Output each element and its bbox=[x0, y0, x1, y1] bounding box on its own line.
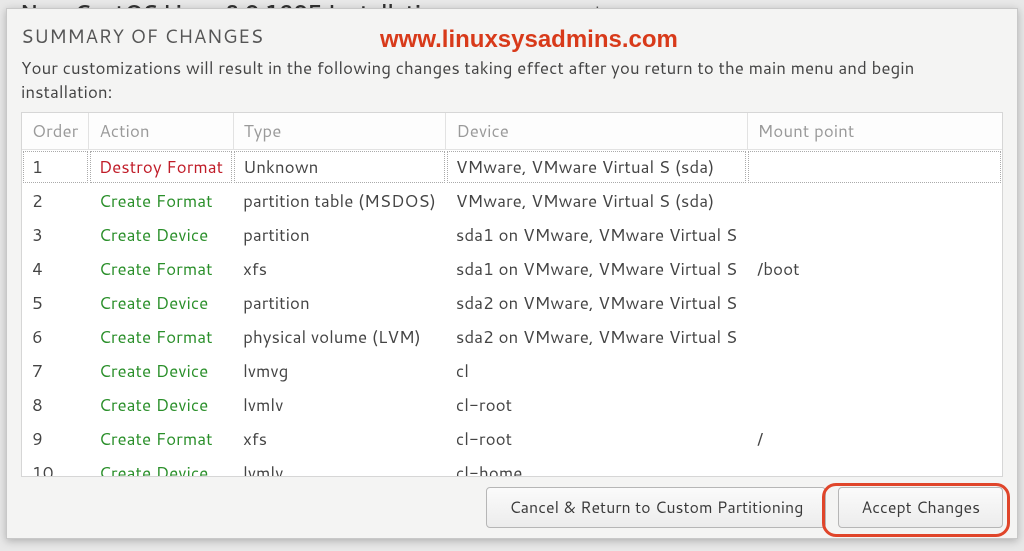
cell-order: 1 bbox=[22, 150, 89, 185]
table-header-row: Order Action Type Device Mount point bbox=[22, 113, 1002, 150]
cell-action: Destroy Format bbox=[89, 150, 233, 185]
summary-of-changes-dialog: SUMMARY OF CHANGES Your customizations w… bbox=[6, 8, 1018, 539]
cell-action: Create Format bbox=[89, 320, 233, 354]
cell-order: 7 bbox=[22, 354, 89, 388]
table-row[interactable]: 8Create Devicelvmlvcl-root bbox=[22, 388, 1002, 422]
table-row[interactable]: 10Create Devicelvmlvcl-home bbox=[22, 456, 1002, 477]
cell-action: Create Format bbox=[89, 422, 233, 456]
cell-mount bbox=[747, 354, 1002, 388]
cell-mount bbox=[747, 320, 1002, 354]
cell-mount bbox=[747, 150, 1002, 185]
table-row[interactable]: 6Create Formatphysical volume (LVM)sda2 … bbox=[22, 320, 1002, 354]
cell-device: cl bbox=[446, 354, 747, 388]
cell-device: VMware, VMware Virtual S (sda) bbox=[446, 150, 747, 185]
cell-mount bbox=[747, 184, 1002, 218]
cancel-button[interactable]: Cancel & Return to Custom Partitioning bbox=[486, 487, 826, 528]
cell-order: 6 bbox=[22, 320, 89, 354]
cell-type: lvmlv bbox=[233, 456, 446, 477]
table-row[interactable]: 4Create Formatxfssda1 on VMware, VMware … bbox=[22, 252, 1002, 286]
accept-changes-button[interactable]: Accept Changes bbox=[838, 487, 1003, 528]
cell-type: partition bbox=[233, 218, 446, 252]
header-order[interactable]: Order bbox=[22, 113, 89, 150]
cell-device: VMware, VMware Virtual S (sda) bbox=[446, 184, 747, 218]
cell-type: physical volume (LVM) bbox=[233, 320, 446, 354]
cell-order: 3 bbox=[22, 218, 89, 252]
cell-device: cl-root bbox=[446, 388, 747, 422]
cell-order: 2 bbox=[22, 184, 89, 218]
cell-action: Create Device bbox=[89, 456, 233, 477]
cell-type: lvmvg bbox=[233, 354, 446, 388]
cell-order: 8 bbox=[22, 388, 89, 422]
cell-mount: /boot bbox=[747, 252, 1002, 286]
cell-type: lvmlv bbox=[233, 388, 446, 422]
cell-order: 9 bbox=[22, 422, 89, 456]
cell-mount bbox=[747, 218, 1002, 252]
cell-action: Create Format bbox=[89, 252, 233, 286]
cell-action: Create Device bbox=[89, 218, 233, 252]
cell-type: partition bbox=[233, 286, 446, 320]
header-mount[interactable]: Mount point bbox=[747, 113, 1002, 150]
cell-order: 10 bbox=[22, 456, 89, 477]
cell-type: Unknown bbox=[233, 150, 446, 185]
table-row[interactable]: 2Create Formatpartition table (MSDOS)VMw… bbox=[22, 184, 1002, 218]
changes-table: Order Action Type Device Mount point 1De… bbox=[22, 113, 1002, 477]
cell-mount bbox=[747, 456, 1002, 477]
table-row[interactable]: 3Create Devicepartitionsda1 on VMware, V… bbox=[22, 218, 1002, 252]
table-row[interactable]: 7Create Devicelvmvgcl bbox=[22, 354, 1002, 388]
header-type[interactable]: Type bbox=[233, 113, 446, 150]
cell-device: sda1 on VMware, VMware Virtual S bbox=[446, 252, 747, 286]
cell-order: 5 bbox=[22, 286, 89, 320]
cell-device: cl-root bbox=[446, 422, 747, 456]
changes-table-wrap[interactable]: Order Action Type Device Mount point 1De… bbox=[21, 112, 1003, 477]
cell-device: sda1 on VMware, VMware Virtual S bbox=[446, 218, 747, 252]
cell-action: Create Device bbox=[89, 354, 233, 388]
cell-type: xfs bbox=[233, 422, 446, 456]
watermark-text: www.linuxsysadmins.com bbox=[380, 26, 678, 54]
cell-type: xfs bbox=[233, 252, 446, 286]
dialog-description: Your customizations will result in the f… bbox=[21, 56, 1003, 104]
cell-device: sda2 on VMware, VMware Virtual S bbox=[446, 320, 747, 354]
cell-action: Create Device bbox=[89, 286, 233, 320]
dialog-button-bar: Cancel & Return to Custom Partitioning A… bbox=[21, 477, 1003, 528]
cell-type: partition table (MSDOS) bbox=[233, 184, 446, 218]
cell-mount bbox=[747, 388, 1002, 422]
header-action[interactable]: Action bbox=[89, 113, 233, 150]
cell-mount: / bbox=[747, 422, 1002, 456]
table-row[interactable]: 5Create Devicepartitionsda2 on VMware, V… bbox=[22, 286, 1002, 320]
table-row[interactable]: 1Destroy FormatUnknownVMware, VMware Vir… bbox=[22, 150, 1002, 185]
cell-device: cl-home bbox=[446, 456, 747, 477]
header-device[interactable]: Device bbox=[446, 113, 747, 150]
cell-device: sda2 on VMware, VMware Virtual S bbox=[446, 286, 747, 320]
cell-action: Create Format bbox=[89, 184, 233, 218]
cell-order: 4 bbox=[22, 252, 89, 286]
cell-action: Create Device bbox=[89, 388, 233, 422]
table-row[interactable]: 9Create Formatxfscl-root/ bbox=[22, 422, 1002, 456]
cell-mount bbox=[747, 286, 1002, 320]
